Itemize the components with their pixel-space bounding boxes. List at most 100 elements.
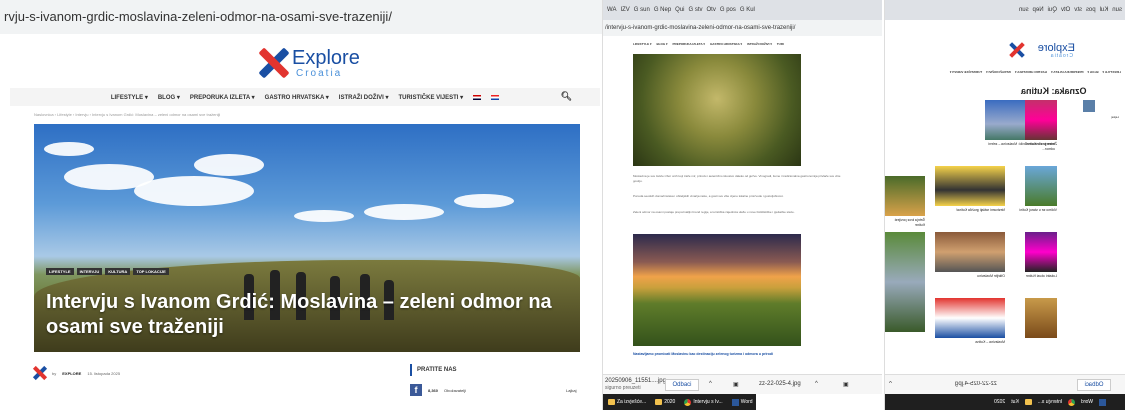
tab-4[interactable]: G Nep [654, 7, 671, 13]
item-title[interactable]: Lokalni okusi Kutine [1019, 274, 1057, 279]
tab-8[interactable]: G pos [720, 7, 736, 13]
address-bar[interactable]: rvju-s-ivanom-grdic-moslavina-zeleni-odm… [0, 0, 602, 34]
search-icon[interactable]: 🔍︎ [561, 91, 572, 102]
screenshot: rvju-s-ivanom-grdic-moslavina-zeleni-odm… [0, 0, 1125, 410]
like-button[interactable]: Lajkaj [566, 388, 576, 393]
nav-turisticke-vijesti[interactable]: TURISTIČKE VIJESTI ▾ [950, 70, 982, 74]
nav-blog[interactable]: BLOG ▾ [1087, 70, 1098, 74]
taskbar-item-chrome[interactable]: Intervju s Iv... [681, 395, 725, 409]
nav-gastro-hrvatska[interactable]: GASTRO HRVATSKA ▾ [265, 94, 329, 101]
nav-blog[interactable]: BLOG ▾ [158, 94, 180, 101]
tab-9[interactable]: G Kul [740, 7, 755, 13]
category-tags: LIFESTYLE INTERVJU KULTURA TOP LOKACIJE [46, 268, 169, 275]
nav-istrazi-dozivi[interactable]: ISTRAŽI DOŽIVI ▾ [747, 42, 772, 46]
download-filename[interactable]: zz-22-025-4.jpg [955, 381, 997, 387]
image-caption: Nastavljamo promicati Moslavinu kao dest… [633, 352, 774, 356]
facebook-follow[interactable]: f 8,360 Obožavatelji [410, 384, 466, 396]
thumbnail[interactable] [885, 232, 925, 332]
tab-4[interactable]: stv [1074, 7, 1082, 13]
taskbar-item-2020[interactable]: 2020 [652, 395, 678, 409]
download-status: sigurno preuzeti [605, 385, 641, 391]
taskbar-item-word[interactable]: Word [729, 395, 756, 409]
thumbnail[interactable] [885, 176, 925, 216]
article-paragraph: Ponuda seoskih domaćinstava i obiteljski… [633, 194, 784, 198]
folder-icon [608, 399, 615, 405]
thumbnail[interactable] [935, 166, 1005, 206]
taskbar-item-izvjesce[interactable]: Za izvješće... [605, 395, 649, 409]
tag-lifestyle[interactable]: LIFESTYLE [46, 268, 74, 275]
tab-7[interactable]: Otv [707, 7, 716, 13]
nav-turisticke[interactable]: TURI [777, 42, 784, 46]
tab-3[interactable]: pos [1086, 7, 1096, 13]
tab-5[interactable]: Qui [675, 7, 684, 13]
article-title: Intervju s Ivanom Grdić: Moslavina – zel… [46, 291, 552, 338]
dismiss-button[interactable]: Odbaci [665, 379, 699, 391]
thumbnail[interactable] [1025, 100, 1057, 140]
thumbnail[interactable] [1025, 298, 1057, 338]
download-bar: ^ zz-22-025-4.jpg Odbaci [885, 374, 1125, 394]
flag-hr-icon[interactable] [491, 94, 500, 100]
flag-en-icon[interactable] [473, 94, 482, 100]
taskbar-label[interactable]: 2020 [994, 399, 1005, 405]
tab-7[interactable]: Nep [1033, 7, 1044, 13]
taskbar-label[interactable]: Word [1081, 399, 1093, 405]
nav-gastro-hrvatska[interactable]: GASTRO HRVATSKA ▾ [710, 42, 742, 46]
nav-istrazi-dozivi[interactable]: ISTRAŽI DOŽIVI ▾ [339, 94, 389, 101]
item-title[interactable]: Žmare protiv Kutine! [1019, 142, 1057, 147]
item-title[interactable]: Moslavina – Kutina [935, 340, 1005, 345]
site-logo[interactable]: Explore Croatia [1005, 40, 1075, 60]
nav-preporuka-izleta[interactable]: PREPORUKA IZLETA ▾ [673, 42, 705, 46]
taskbar-label[interactable]: Kut [1011, 399, 1019, 405]
tab-6[interactable]: Qui [1048, 7, 1057, 13]
tag-top-lokacije[interactable]: TOP LOKACIJE [133, 268, 169, 275]
tab-2[interactable]: Kul [1100, 7, 1109, 13]
download-filename-2[interactable]: zz-22-025-4.jpg [759, 381, 801, 387]
tab-3[interactable]: G sun [634, 7, 650, 13]
tab-5[interactable]: Otv [1061, 7, 1070, 13]
tab-6[interactable]: G stv [689, 7, 703, 13]
tab-2[interactable]: IZV [620, 7, 629, 13]
facebook-icon[interactable]: f [410, 384, 422, 396]
item-title[interactable]: Vidimo se u staroj Kutini [1019, 208, 1057, 213]
nav-preporuka-izleta[interactable]: PREPORUKA IZLETA ▾ [190, 94, 255, 101]
thumbnail[interactable] [935, 232, 1005, 272]
item-title[interactable]: Šetnja kroz povijest Kutine [885, 218, 925, 228]
nav-lifestyle[interactable]: LIFESTYLE ▾ [1102, 70, 1121, 74]
dismiss-button[interactable]: Odbaci [1077, 379, 1111, 391]
tab-8[interactable]: sun [1019, 7, 1029, 13]
tag-kultura[interactable]: KULTURA [105, 268, 131, 275]
article-paragraph: Zeleni odmor na osami postaje prepoznatl… [633, 210, 795, 214]
tab-1[interactable]: sun [1112, 7, 1122, 13]
hero-image: LIFESTYLE INTERVJU KULTURA TOP LOKACIJE … [34, 124, 580, 352]
nav-preporuka-izleta[interactable]: PREPORUKA IZLETA ▾ [1051, 70, 1083, 74]
address-bar[interactable]: /intervju-s-ivanom-grdic-moslavina-zelen… [603, 20, 882, 36]
thumbnail[interactable] [935, 298, 1005, 338]
chevron-up-icon[interactable]: ^ [709, 381, 712, 387]
author-name[interactable]: EXPLORE [62, 371, 81, 376]
taskbar-label: 2020 [664, 399, 676, 405]
nav-lifestyle[interactable]: LIFESTYLE ▾ [111, 94, 148, 101]
tab-1[interactable]: WA [607, 7, 616, 13]
browser-panel-main: rvju-s-ivanom-grdic-moslavina-zeleni-odm… [0, 0, 602, 410]
item-title[interactable]: Otkrijte Moslavinu [935, 274, 1005, 279]
thumbnail[interactable] [1025, 232, 1057, 272]
tag-intervju[interactable]: INTERVJU [76, 268, 103, 275]
chevron-up-icon[interactable]: ^ [815, 381, 818, 387]
taskbar-label[interactable]: Intervju s... [1038, 399, 1062, 405]
nav-turisticke-vijesti[interactable]: TURISTIČKE VIJESTI ▾ [398, 94, 463, 101]
nav-istrazi-dozivi[interactable]: ISTRAŽI DOŽIVI ▾ [986, 70, 1011, 74]
nav-blog[interactable]: BLOG ▾ [657, 42, 668, 46]
sidebar-widget: Lajkaj [1059, 94, 1119, 374]
like-label[interactable]: Lajkaj [1081, 115, 1119, 119]
taskbar-label: Za izvješće... [617, 399, 647, 405]
logo-x-icon [1009, 42, 1025, 58]
nav-gastro-hrvatska[interactable]: GASTRO HRVATSKA ▾ [1015, 70, 1047, 74]
download-filename[interactable]: 20250906_11551....jpg [605, 377, 666, 385]
like-box-icon[interactable] [1083, 100, 1095, 112]
item-title[interactable]: Nestvarni raštaji grožđa Kutina! [935, 208, 1005, 213]
file-icon: ▣ [733, 382, 739, 388]
thumbnail[interactable] [1025, 166, 1057, 206]
site-logo[interactable]: Explore Croatia [258, 46, 368, 80]
chevron-up-icon[interactable]: ^ [889, 381, 892, 387]
nav-lifestyle[interactable]: LIFESTYLE ▾ [633, 42, 652, 46]
